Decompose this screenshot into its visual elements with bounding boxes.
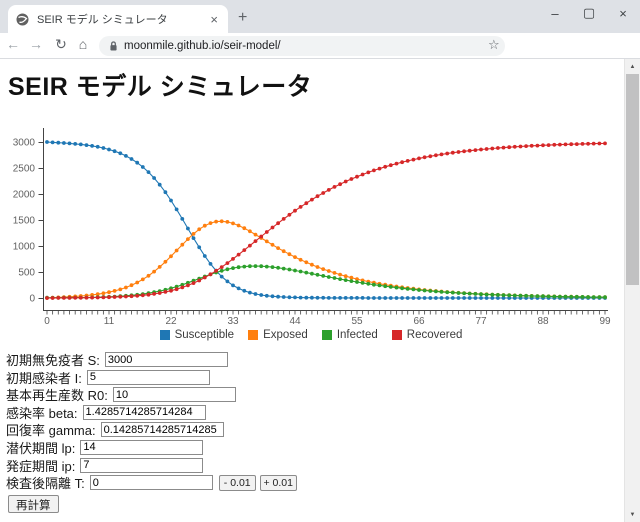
- ip-input[interactable]: [80, 458, 203, 473]
- svg-text:0: 0: [29, 294, 35, 305]
- address-bar[interactable]: moonmile.github.io/seir-model/: [99, 36, 505, 56]
- recovered-swatch: [392, 330, 402, 340]
- browser-tab[interactable]: SEIR モデル シミュレータ ×: [8, 5, 228, 33]
- page-title: SEIR モデル シミュレータ: [8, 67, 312, 103]
- beta-input[interactable]: [83, 405, 206, 420]
- seir-chart: 0 500 1000 1500 2000 2500 3000 0 11 22 33 44 55 66 77 8…: [0, 118, 622, 330]
- legend-label: Recovered: [407, 329, 463, 341]
- svg-text:77: 77: [475, 316, 487, 327]
- lock-icon: [109, 40, 118, 52]
- susceptible-swatch: [160, 330, 170, 340]
- svg-text:2500: 2500: [13, 164, 36, 175]
- browser-toolbar: ← → ↻ ⌂ moonmile.github.io/seir-model/ ☆…: [0, 33, 640, 59]
- gamma-label: 回復率 gamma:: [6, 420, 96, 439]
- lp-input[interactable]: [80, 440, 203, 455]
- svg-text:33: 33: [227, 316, 239, 327]
- form-row-ip: 発症期間 ip:: [6, 458, 297, 473]
- lp-label: 潜伏期間 lp:: [6, 438, 75, 457]
- svg-text:44: 44: [289, 316, 301, 327]
- bookmark-star-icon[interactable]: ☆: [488, 37, 500, 53]
- svg-text:88: 88: [537, 316, 549, 327]
- r0-label: 基本再生産数 R0:: [6, 385, 108, 404]
- forward-icon[interactable]: →: [26, 36, 46, 52]
- browser-titlebar: SEIR モデル シミュレータ × + – ▢ ×: [0, 0, 640, 33]
- r0-input[interactable]: [113, 387, 236, 402]
- svg-text:0: 0: [44, 316, 50, 327]
- window-controls: – ▢ ×: [538, 0, 640, 26]
- svg-text:3000: 3000: [13, 138, 36, 149]
- legend-item-susceptible[interactable]: Susceptible: [160, 329, 234, 341]
- form-row-r0: 基本再生産数 R0:: [6, 387, 297, 402]
- decrement-t-button[interactable]: - 0.01: [219, 475, 256, 491]
- scrollbar-thumb[interactable]: [626, 74, 639, 285]
- infected-swatch: [322, 330, 332, 340]
- seir-chart-canvas: 0 500 1000 1500 2000 2500 3000 0 11 22 33 44 55 66 77 8…: [0, 118, 622, 330]
- svg-text:1000: 1000: [13, 242, 36, 253]
- scroll-down-icon[interactable]: ▼: [625, 507, 640, 522]
- svg-text:11: 11: [104, 316, 115, 327]
- increment-t-button[interactable]: + 0.01: [260, 475, 297, 491]
- maximize-button[interactable]: ▢: [572, 0, 606, 26]
- gamma-input[interactable]: [101, 422, 224, 437]
- svg-text:1500: 1500: [13, 216, 36, 227]
- svg-text:99: 99: [599, 316, 611, 327]
- tab-close-icon[interactable]: ×: [208, 12, 220, 27]
- form-row-t: 検査後隔離 T: - 0.01 + 0.01: [6, 475, 297, 490]
- recalculate-button[interactable]: 再計算: [8, 495, 59, 513]
- s-input[interactable]: [105, 352, 228, 367]
- legend-item-exposed[interactable]: Exposed: [248, 329, 308, 341]
- s-label: 初期無免疫者 S:: [6, 350, 100, 369]
- ip-label: 発症期間 ip:: [6, 456, 75, 475]
- close-button[interactable]: ×: [606, 0, 640, 26]
- legend-label: Susceptible: [175, 329, 234, 341]
- back-icon[interactable]: ←: [3, 36, 23, 52]
- svg-text:66: 66: [413, 316, 425, 327]
- form-row-s: 初期無免疫者 S:: [6, 352, 297, 367]
- svg-text:2000: 2000: [13, 190, 36, 201]
- chart-legend: Susceptible Exposed Infected Recovered: [0, 329, 622, 341]
- t-input[interactable]: [90, 475, 213, 490]
- web-page: SEIR モデル シミュレータ 0 500 1000 1500 2000 2500 3000…: [0, 59, 624, 522]
- exposed-swatch: [248, 330, 258, 340]
- beta-label: 感染率 beta:: [6, 403, 78, 422]
- site-favicon: [16, 13, 29, 26]
- svg-text:22: 22: [165, 316, 177, 327]
- form-row-beta: 感染率 beta:: [6, 405, 297, 420]
- tab-title: SEIR モデル シミュレータ: [37, 11, 208, 27]
- parameter-form: 初期無免疫者 S: 初期感染者 I: 基本再生産数 R0: 感染率 beta: …: [6, 352, 297, 493]
- i-label: 初期感染者 I:: [6, 368, 82, 387]
- svg-text:55: 55: [351, 316, 363, 327]
- new-tab-button[interactable]: +: [238, 9, 247, 27]
- reload-icon[interactable]: ↻: [51, 36, 71, 53]
- page-scrollbar[interactable]: ▲ ▼: [624, 59, 640, 522]
- t-label: 検査後隔離 T:: [6, 473, 85, 492]
- i-input[interactable]: [87, 370, 210, 385]
- home-icon[interactable]: ⌂: [73, 36, 93, 52]
- legend-item-recovered[interactable]: Recovered: [392, 329, 463, 341]
- legend-item-infected[interactable]: Infected: [322, 329, 378, 341]
- minimize-button[interactable]: –: [538, 0, 572, 26]
- scroll-up-icon[interactable]: ▲: [625, 59, 640, 74]
- legend-label: Exposed: [263, 329, 308, 341]
- legend-label: Infected: [337, 329, 378, 341]
- form-row-gamma: 回復率 gamma:: [6, 422, 297, 437]
- svg-text:500: 500: [18, 268, 35, 279]
- form-row-lp: 潜伏期間 lp:: [6, 440, 297, 455]
- form-row-i: 初期感染者 I:: [6, 370, 297, 385]
- url-text: moonmile.github.io/seir-model/: [124, 40, 281, 52]
